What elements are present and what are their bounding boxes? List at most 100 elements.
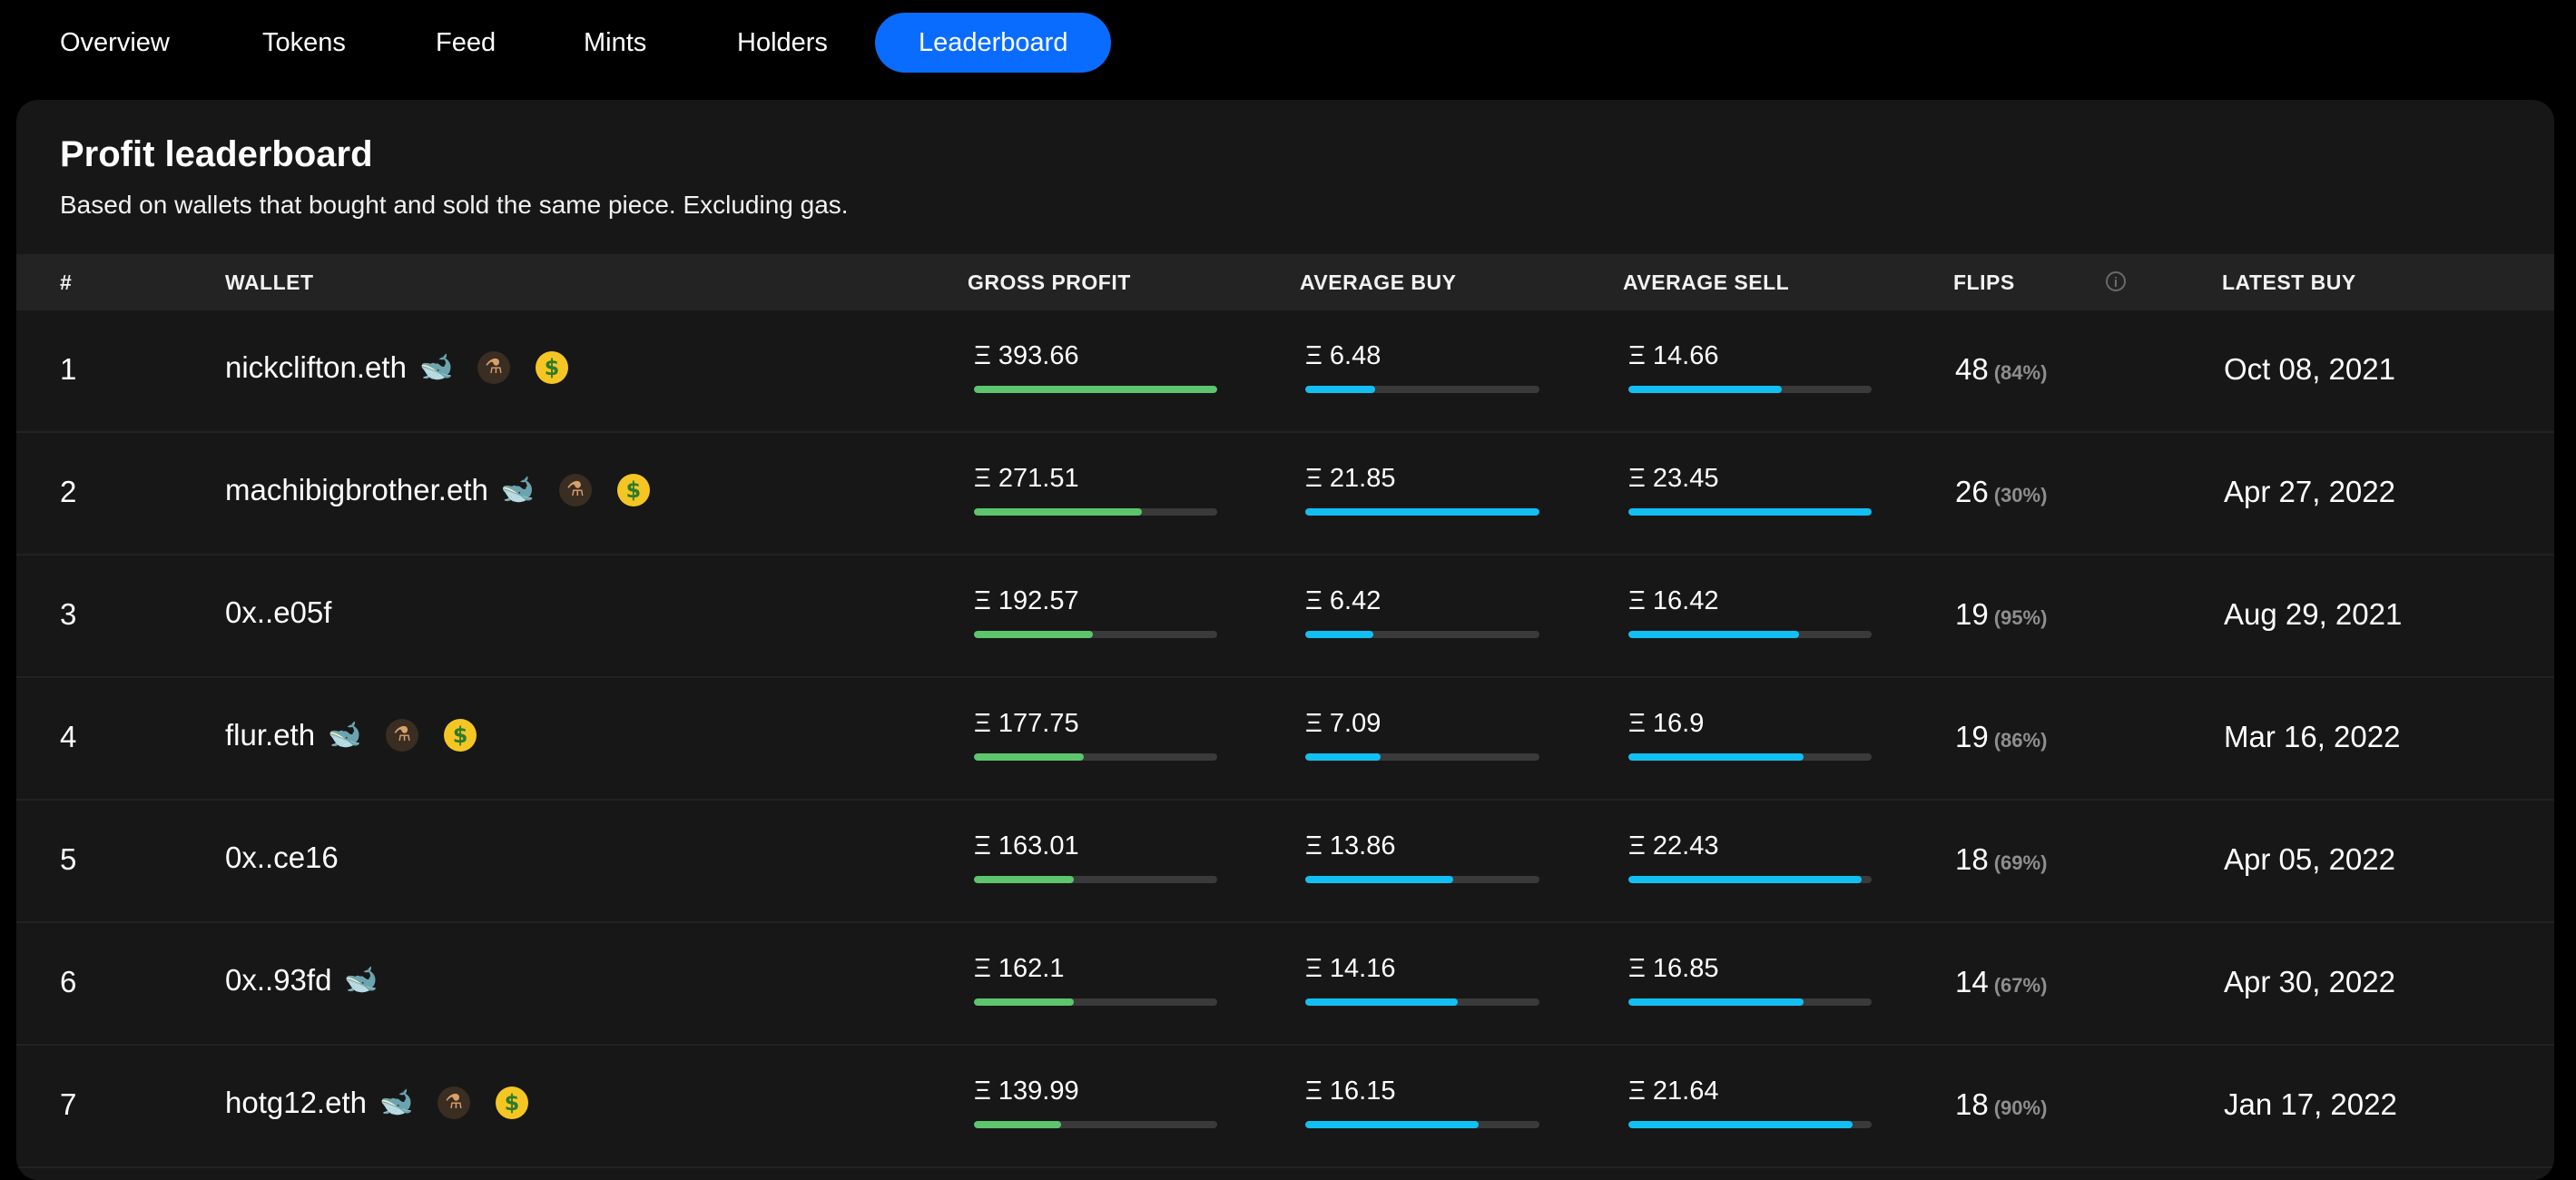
table-row[interactable]: 2 machibigbrother.eth 🐋 ⚗ $ Ξ 271.51 Ξ 21.85 Ξ …: [16, 433, 2554, 556]
gross-profit-bar: [974, 386, 1217, 393]
column-header-wallet[interactable]: WALLET: [225, 254, 314, 310]
average-buy-value: Ξ 13.86: [1305, 831, 1396, 860]
column-header-rank: #: [60, 270, 73, 294]
money-face-icon: $: [535, 351, 568, 384]
average-buy-cell: Ξ 7.09: [1305, 709, 1539, 761]
gross-profit-bar: [974, 753, 1217, 761]
gross-profit-cell: Ξ 192.57: [974, 586, 1217, 638]
gross-profit-bar: [974, 876, 1217, 883]
flips-percent: (84%): [1993, 361, 2048, 384]
wallet-cell: 0x..93fd 🐋: [225, 963, 402, 998]
tab-feed[interactable]: Feed: [392, 13, 539, 73]
info-icon[interactable]: i: [2106, 271, 2126, 291]
wallet-link[interactable]: nickclifton.eth: [225, 350, 407, 385]
whale-icon: 🐋: [328, 719, 362, 751]
average-buy-bar: [1305, 386, 1539, 393]
wallet-link[interactable]: 0x..ce16: [225, 841, 339, 875]
average-sell-value: Ξ 16.9: [1628, 709, 1705, 738]
average-buy-bar: [1305, 998, 1539, 1006]
scientist-icon: ⚗: [386, 719, 419, 752]
wallet-badges: 🐋 ⚗ $: [419, 351, 594, 384]
flips-cell: 18 (90%): [1955, 1087, 2047, 1122]
tab-holders[interactable]: Holders: [693, 13, 871, 73]
column-header-average-sell[interactable]: AVERAGE SELL: [1623, 254, 1789, 310]
table-row[interactable]: 3 0x..e05f Ξ 192.57 Ξ 6.42 Ξ 16.42 19 (95%) Aug…: [16, 556, 2554, 678]
table-row[interactable]: 6 0x..93fd 🐋 Ξ 162.1 Ξ 14.16 Ξ 16.85 14 (67%) Ap…: [16, 923, 2554, 1046]
tab-mints[interactable]: Mints: [540, 13, 690, 73]
wallet-cell: flur.eth 🐋 ⚗ $: [225, 718, 502, 752]
flips-count: 48: [1955, 352, 1989, 386]
flips-count: 26: [1955, 475, 1989, 508]
rank-cell: 1: [60, 352, 77, 386]
gross-profit-bar: [974, 631, 1217, 638]
tab-overview[interactable]: Overview: [16, 13, 213, 73]
wallet-cell: machibigbrother.eth 🐋 ⚗ $: [225, 473, 675, 507]
average-sell-value: Ξ 16.42: [1628, 586, 1719, 615]
flips-count: 19: [1955, 720, 1989, 753]
flips-cell: 19 (86%): [1955, 720, 2047, 754]
rank-cell: 4: [60, 720, 77, 753]
average-buy-bar: [1305, 876, 1539, 883]
average-buy-cell: Ξ 13.86: [1305, 831, 1539, 883]
leaderboard-card: Profit leaderboard Based on wallets that…: [16, 100, 2554, 1180]
average-sell-bar: [1628, 753, 1872, 761]
wallet-link[interactable]: hotg12.eth: [225, 1086, 367, 1120]
rank-cell: 6: [60, 965, 77, 998]
wallet-cell: nickclifton.eth 🐋 ⚗ $: [225, 350, 594, 385]
flips-cell: 26 (30%): [1955, 475, 2047, 509]
page-title: Profit leaderboard: [60, 134, 373, 174]
flips-percent: (67%): [1993, 974, 2048, 997]
average-sell-cell: Ξ 16.9: [1628, 709, 1872, 761]
wallet-link[interactable]: machibigbrother.eth: [225, 473, 488, 507]
tab-leaderboard[interactable]: Leaderboard: [875, 13, 1112, 73]
column-header-average-buy[interactable]: AVERAGE BUY: [1300, 254, 1457, 310]
flips-cell: 18 (69%): [1955, 842, 2047, 877]
gross-profit-cell: Ξ 162.1: [974, 954, 1217, 1006]
average-sell-value: Ξ 16.85: [1628, 954, 1719, 983]
gross-profit-value: Ξ 139.99: [974, 1077, 1079, 1106]
average-buy-bar: [1305, 753, 1539, 761]
rank-cell: 5: [60, 842, 77, 876]
average-buy-value: Ξ 21.85: [1305, 464, 1396, 493]
average-sell-value: Ξ 22.43: [1628, 831, 1719, 860]
average-sell-cell: Ξ 14.66: [1628, 341, 1872, 393]
table-body: 1 nickclifton.eth 🐋 ⚗ $ Ξ 393.66 Ξ 6.48 Ξ 14.66…: [16, 310, 2554, 1168]
table-row[interactable]: 4 flur.eth 🐋 ⚗ $ Ξ 177.75 Ξ 7.09 Ξ 16.9 19 (86%) M…: [16, 678, 2554, 801]
table-row[interactable]: 7 hotg12.eth 🐋 ⚗ $ Ξ 139.99 Ξ 16.15 Ξ 21.64 18 (9…: [16, 1046, 2554, 1168]
average-sell-cell: Ξ 22.43: [1628, 831, 1872, 883]
table-row[interactable]: 5 0x..ce16 Ξ 163.01 Ξ 13.86 Ξ 22.43 18 (69%) Ap…: [16, 801, 2554, 923]
average-buy-value: Ξ 7.09: [1305, 709, 1381, 738]
average-buy-cell: Ξ 16.15: [1305, 1077, 1539, 1128]
wallet-link[interactable]: 0x..93fd: [225, 963, 331, 998]
average-buy-bar: [1305, 508, 1539, 516]
latest-buy-cell: Apr 27, 2022: [2224, 475, 2395, 508]
average-sell-bar: [1628, 1121, 1872, 1128]
average-sell-bar: [1628, 998, 1872, 1006]
flips-percent: (90%): [1993, 1096, 2048, 1119]
latest-buy-cell: Aug 29, 2021: [2224, 597, 2403, 631]
average-buy-value: Ξ 16.15: [1305, 1077, 1396, 1106]
flips-cell: 48 (84%): [1955, 352, 2047, 387]
column-header-flips[interactable]: FLIPS: [1953, 254, 2015, 310]
flips-percent: (30%): [1993, 484, 2048, 506]
wallet-link[interactable]: flur.eth: [225, 718, 315, 752]
column-header-gross-profit[interactable]: GROSS PROFIT: [968, 254, 1131, 310]
wallet-link[interactable]: 0x..e05f: [225, 595, 331, 630]
average-buy-cell: Ξ 14.16: [1305, 954, 1539, 1006]
average-buy-bar: [1305, 631, 1539, 638]
whale-icon: 🐋: [418, 351, 454, 383]
scientist-icon: ⚗: [477, 351, 510, 384]
flips-percent: (95%): [1993, 606, 2048, 629]
money-face-icon: $: [616, 474, 650, 506]
rank-cell: 3: [60, 597, 77, 631]
tab-tokens[interactable]: Tokens: [219, 13, 389, 73]
column-header-latest-buy[interactable]: LATEST BUY: [2222, 254, 2356, 310]
whale-icon: 🐋: [344, 964, 379, 996]
table-row[interactable]: 1 nickclifton.eth 🐋 ⚗ $ Ξ 393.66 Ξ 6.48 Ξ 14.66…: [16, 310, 2554, 433]
rank-cell: 7: [60, 1087, 77, 1121]
latest-buy-cell: Mar 16, 2022: [2224, 720, 2401, 753]
gross-profit-value: Ξ 192.57: [974, 586, 1079, 615]
average-sell-bar: [1628, 508, 1872, 516]
wallet-badges: 🐋 ⚗ $: [501, 474, 675, 506]
latest-buy-cell: Jan 17, 2022: [2224, 1087, 2397, 1121]
